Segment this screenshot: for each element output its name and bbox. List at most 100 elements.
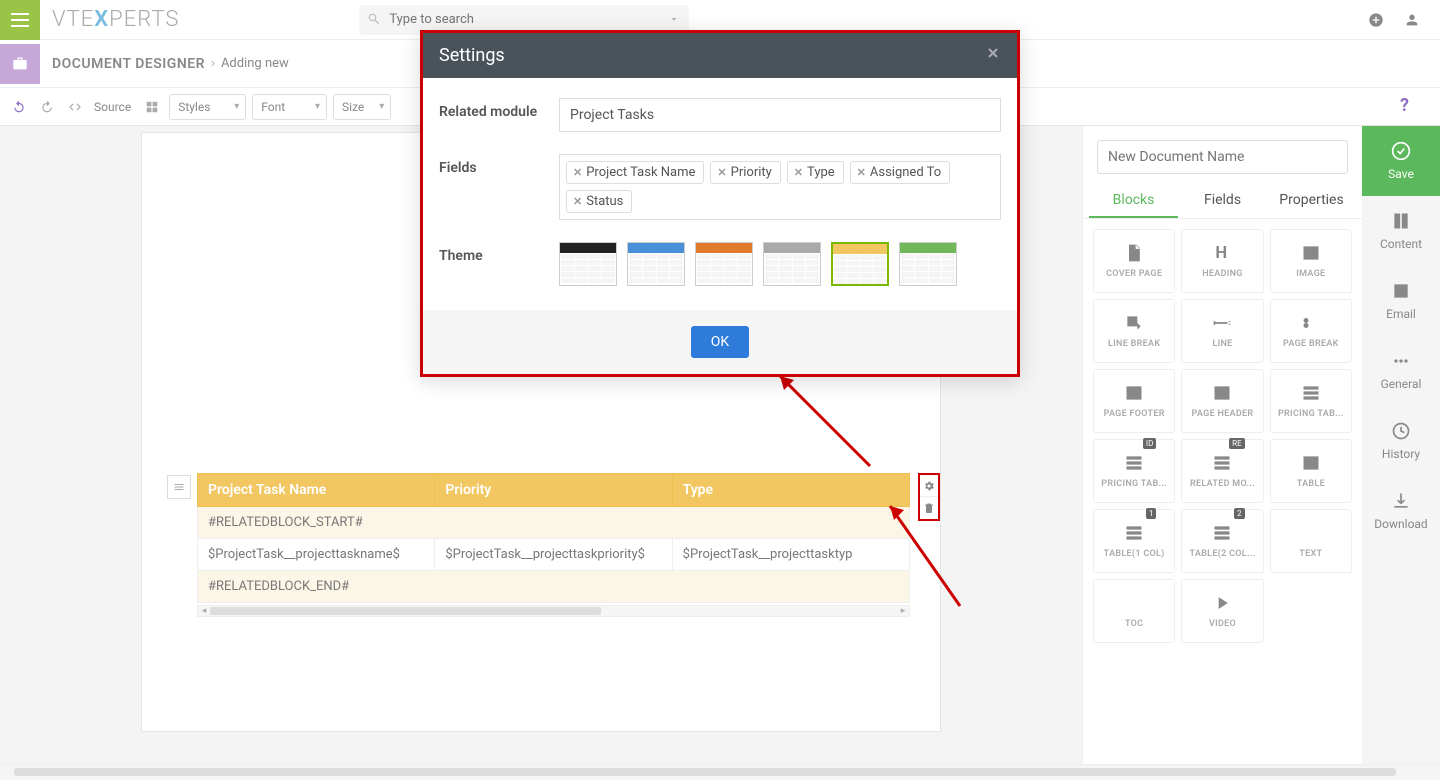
- block-item-line-break[interactable]: LINE BREAK: [1093, 299, 1175, 363]
- table-cell[interactable]: #RELATEDBLOCK_END#: [198, 571, 910, 603]
- table-cell[interactable]: $ProjectTask__projecttasktyp: [672, 539, 909, 571]
- block-item-toc[interactable]: TOC: [1093, 579, 1175, 643]
- templates-button[interactable]: [141, 96, 163, 118]
- content-icon: [1391, 211, 1411, 231]
- block-item-page-header[interactable]: PAGE HEADER: [1181, 369, 1263, 433]
- field-tag[interactable]: ✕ Assigned To: [850, 161, 951, 184]
- search-dropdown-icon[interactable]: [667, 12, 681, 26]
- doc-icon: [1123, 243, 1145, 263]
- rail-download[interactable]: Download: [1362, 476, 1440, 546]
- breadcrumb-sub: Adding new: [221, 56, 289, 71]
- hline-icon: [1211, 313, 1233, 333]
- tab-fields[interactable]: Fields: [1178, 184, 1267, 218]
- theme-swatch[interactable]: [763, 242, 821, 286]
- rail-save[interactable]: Save: [1362, 126, 1440, 196]
- tab-properties[interactable]: Properties: [1267, 184, 1356, 218]
- block-item-page-footer[interactable]: PAGE FOOTER: [1093, 369, 1175, 433]
- download-icon: [1391, 491, 1411, 511]
- tag-remove-icon[interactable]: ✕: [794, 166, 803, 179]
- settings-modal: Settings Related module Fields ✕ Project…: [420, 30, 1020, 377]
- field-tag[interactable]: ✕ Status: [566, 190, 632, 213]
- block-item-image[interactable]: IMAGE: [1270, 229, 1352, 293]
- rail-email[interactable]: Email: [1362, 266, 1440, 336]
- fields-tags[interactable]: ✕ Project Task Name ✕ Priority ✕ Type ✕ Ass…: [559, 154, 1001, 220]
- theme-swatch[interactable]: [831, 242, 889, 286]
- tag-remove-icon[interactable]: ✕: [573, 166, 582, 179]
- related-table: Project Task Name Priority Type #RELATED…: [197, 473, 910, 603]
- theme-swatch[interactable]: [559, 242, 617, 286]
- table-hscroll[interactable]: ◂ ▸: [197, 605, 910, 617]
- theme-swatch[interactable]: [627, 242, 685, 286]
- gear-icon: [923, 480, 935, 492]
- rail-content[interactable]: Content: [1362, 196, 1440, 266]
- field-tag[interactable]: ✕ Type: [787, 161, 844, 184]
- block-item-page-break[interactable]: PAGE BREAK: [1270, 299, 1352, 363]
- rail-history[interactable]: History: [1362, 406, 1440, 476]
- ptable-icon: [1211, 453, 1233, 473]
- theme-swatch[interactable]: [899, 242, 957, 286]
- annotation-arrow: [880, 496, 980, 630]
- block-item-table-2-col-[interactable]: TABLE(2 COL...: [1181, 509, 1263, 573]
- block-item-table-1-col-[interactable]: TABLE(1 COL): [1093, 509, 1175, 573]
- table-cell[interactable]: $ProjectTask__projecttaskpriority$: [435, 539, 672, 571]
- email-icon: [1391, 281, 1411, 301]
- block-item-video[interactable]: VIDEO: [1181, 579, 1263, 643]
- rail-general[interactable]: General: [1362, 336, 1440, 406]
- undo-button[interactable]: [8, 96, 30, 118]
- block-item-related-mo-[interactable]: RELATED MO...: [1181, 439, 1263, 503]
- block-item-text[interactable]: TEXT: [1270, 509, 1352, 573]
- drag-icon: [172, 481, 186, 493]
- field-tag[interactable]: ✕ Project Task Name: [566, 161, 704, 184]
- user-icon[interactable]: [1404, 12, 1420, 28]
- font-select[interactable]: Font: [252, 94, 327, 120]
- close-icon: [985, 45, 1001, 61]
- header-icon: [1211, 383, 1233, 403]
- modal-body: Related module Fields ✕ Project Task Nam…: [423, 78, 1017, 310]
- tag-remove-icon[interactable]: ✕: [717, 166, 726, 179]
- styles-select[interactable]: Styles: [169, 94, 246, 120]
- table-cell[interactable]: #RELATEDBLOCK_START#: [198, 507, 910, 539]
- tag-remove-icon[interactable]: ✕: [857, 166, 866, 179]
- modal-close-button[interactable]: [985, 45, 1001, 66]
- block-item-cover-page[interactable]: COVER PAGE: [1093, 229, 1175, 293]
- search-icon: [367, 12, 381, 26]
- ok-button[interactable]: OK: [691, 326, 749, 358]
- block-item-pricing-tab-[interactable]: PRICING TAB...: [1270, 369, 1352, 433]
- block-item-pricing-tab-[interactable]: PRICING TAB...: [1093, 439, 1175, 503]
- image-icon: [1300, 243, 1322, 263]
- block-item-heading[interactable]: HHEADING: [1181, 229, 1263, 293]
- modal-footer: OK: [423, 310, 1017, 374]
- ptable-icon: [1123, 523, 1145, 543]
- table-icon: [1300, 453, 1322, 473]
- tab-blocks[interactable]: Blocks: [1089, 184, 1178, 218]
- breadcrumb-main[interactable]: DOCUMENT DESIGNER: [52, 56, 205, 72]
- block-item-line[interactable]: LINE: [1181, 299, 1263, 363]
- block-item-table[interactable]: TABLE: [1270, 439, 1352, 503]
- module-icon: [0, 44, 40, 84]
- table-cell[interactable]: $ProjectTask__projecttaskname$: [198, 539, 435, 571]
- source-label: Source: [94, 100, 131, 114]
- field-label: Related module: [439, 98, 559, 132]
- drag-handle[interactable]: [167, 475, 191, 499]
- page-hscroll[interactable]: [0, 764, 1440, 780]
- size-select[interactable]: Size: [333, 94, 391, 120]
- panel-tabs: Blocks Fields Properties: [1083, 184, 1362, 219]
- blocks-grid: COVER PAGEHHEADINGIMAGE LINE BREAKLINEPAG…: [1083, 219, 1362, 653]
- block-settings-button[interactable]: [920, 475, 938, 497]
- menu-toggle[interactable]: [0, 0, 40, 40]
- theme-swatch[interactable]: [695, 242, 753, 286]
- source-button[interactable]: [64, 96, 86, 118]
- svg-text:H: H: [1216, 244, 1228, 263]
- video-icon: [1211, 593, 1233, 613]
- related-module-input[interactable]: [559, 98, 1001, 132]
- redo-button[interactable]: [36, 96, 58, 118]
- help-button[interactable]: ?: [1400, 95, 1424, 119]
- history-icon: [1391, 421, 1411, 441]
- plus-icon[interactable]: [1368, 12, 1384, 28]
- field-label: Theme: [439, 242, 559, 286]
- doc-name-input[interactable]: [1097, 140, 1348, 174]
- right-panel: Blocks Fields Properties COVER PAGEHHEAD…: [1082, 126, 1362, 780]
- tag-remove-icon[interactable]: ✕: [573, 195, 582, 208]
- field-tag[interactable]: ✕ Priority: [710, 161, 780, 184]
- col-header: Priority: [435, 474, 672, 507]
